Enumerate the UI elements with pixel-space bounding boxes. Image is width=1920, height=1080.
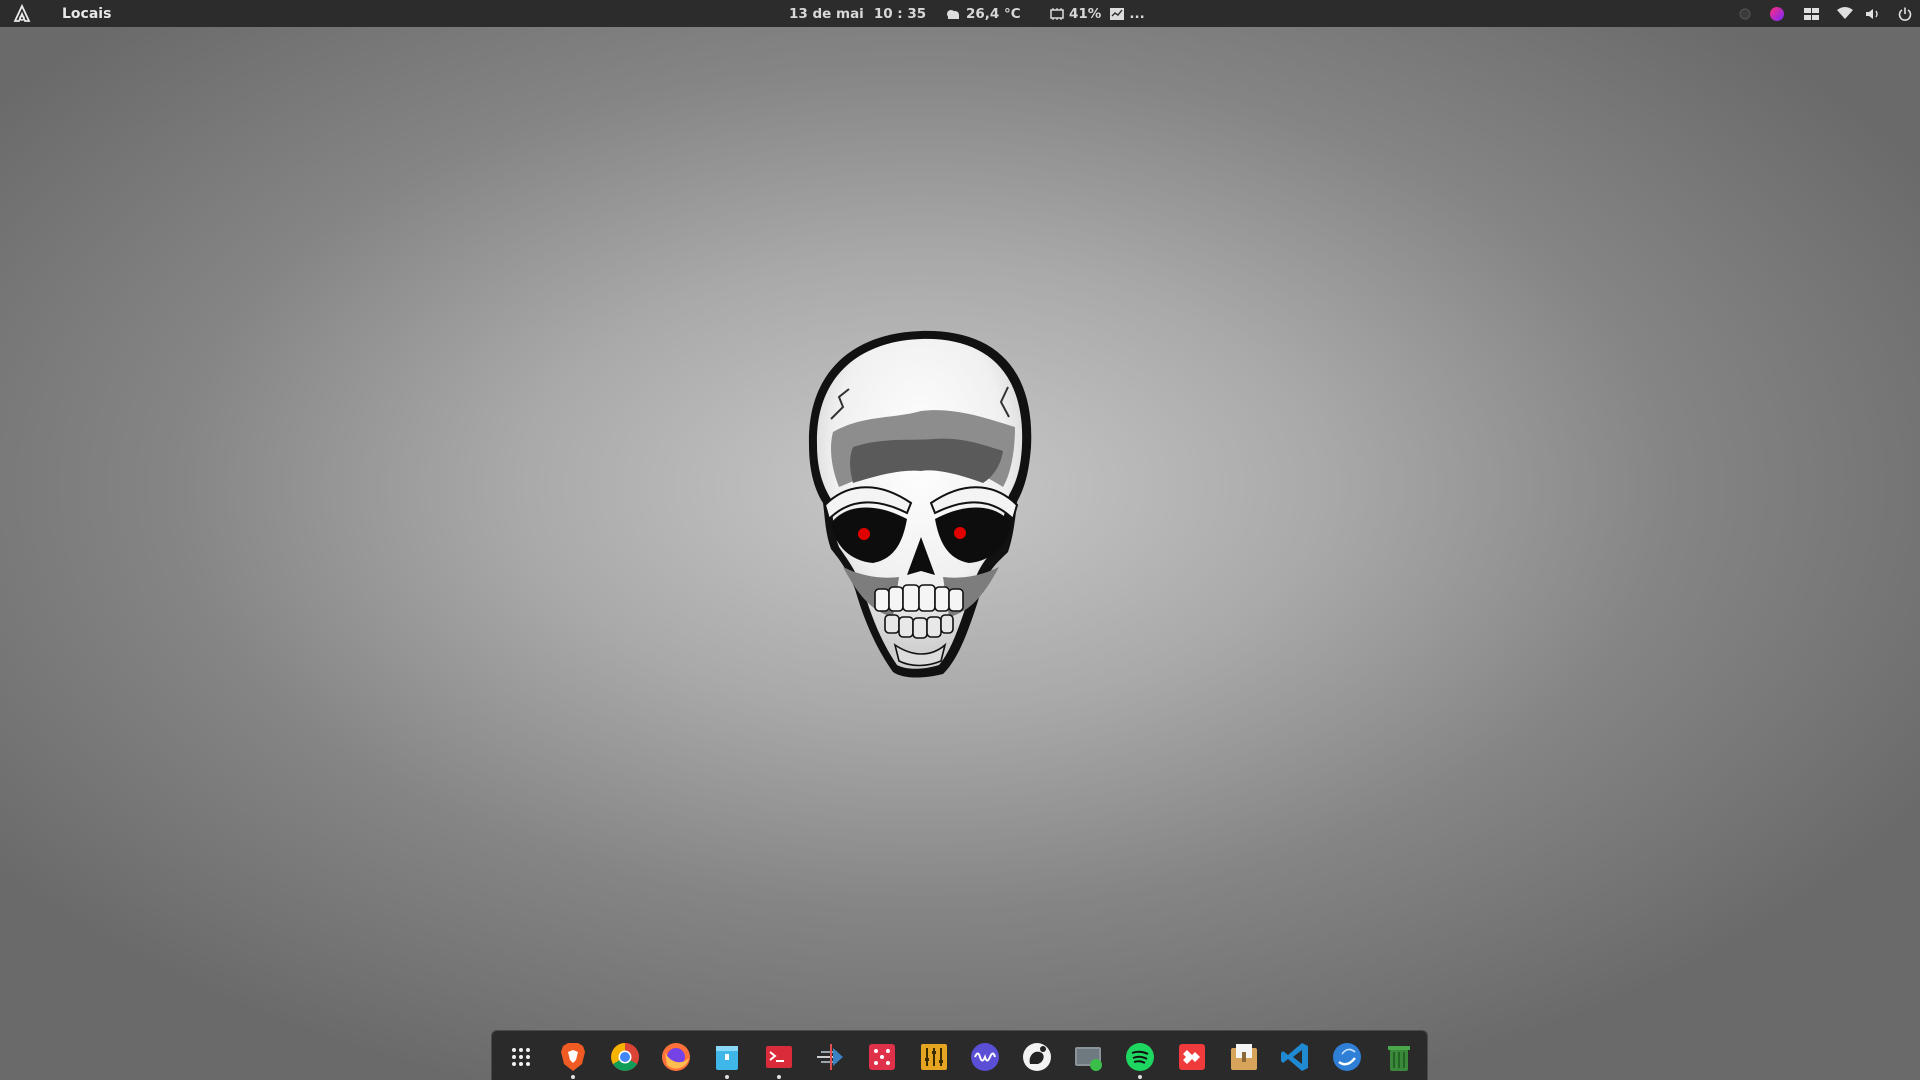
spotify-icon xyxy=(1126,1043,1154,1071)
clock-menu[interactable]: 13 de mai 10 : 35 xyxy=(789,0,926,27)
skull-wallpaper-image xyxy=(808,330,1032,678)
dock-spotify[interactable] xyxy=(1123,1040,1157,1074)
wifi-icon[interactable] xyxy=(1836,5,1853,22)
dock-files[interactable] xyxy=(710,1040,744,1074)
dots-app-icon xyxy=(869,1044,895,1070)
dock-anydesk[interactable] xyxy=(1175,1040,1209,1074)
anydesk-icon xyxy=(1179,1044,1205,1070)
weather-temperature: 26,4 °C xyxy=(966,5,1021,22)
running-indicator xyxy=(777,1075,781,1079)
desktop-wallpaper xyxy=(0,27,1920,1080)
workspace-layout-icon[interactable] xyxy=(1803,5,1820,22)
chrome-icon xyxy=(611,1043,639,1071)
top-bar: Locais 13 de mai 10 : 35 26,4 °C 41% ... xyxy=(0,0,1920,27)
trash-icon xyxy=(1388,1046,1410,1071)
waveform-icon xyxy=(971,1043,999,1071)
places-menu[interactable]: Locais xyxy=(62,0,111,27)
firefox-icon xyxy=(662,1043,690,1071)
dock-gnome-logo-app[interactable] xyxy=(1020,1040,1054,1074)
terminal-icon xyxy=(766,1046,792,1068)
dock-brave-browser[interactable] xyxy=(556,1040,590,1074)
battery-percentage: 41% xyxy=(1069,5,1102,22)
crescent-app-icon xyxy=(1333,1043,1361,1071)
cloud-icon xyxy=(947,9,959,19)
dock-firefox[interactable] xyxy=(659,1040,693,1074)
dock-red-dots-app[interactable] xyxy=(865,1040,899,1074)
activities-logo-icon xyxy=(13,3,31,22)
dock-vscode[interactable] xyxy=(1278,1040,1312,1074)
system-monitor-indicator[interactable]: 41% ... xyxy=(1049,0,1145,27)
folder-icon xyxy=(716,1046,738,1070)
time-text: 10 : 35 xyxy=(873,5,927,22)
dock xyxy=(491,1030,1428,1080)
dock-deployer[interactable] xyxy=(813,1040,847,1074)
dock-mixer[interactable] xyxy=(917,1040,951,1074)
tray-color-app-icon[interactable] xyxy=(1768,5,1785,22)
dock-audio-waveform[interactable] xyxy=(968,1040,1002,1074)
power-icon[interactable] xyxy=(1896,5,1913,22)
archive-box-icon xyxy=(1231,1044,1257,1070)
activities-button[interactable] xyxy=(12,0,32,27)
gnome-foot-icon xyxy=(1023,1043,1051,1071)
volume-icon[interactable] xyxy=(1864,5,1881,22)
places-label: Locais xyxy=(62,5,112,22)
dock-trash[interactable] xyxy=(1382,1040,1416,1074)
date-text: 13 de mai xyxy=(789,5,864,22)
grid-icon xyxy=(512,1048,530,1066)
dock-screen-cast[interactable] xyxy=(1072,1040,1106,1074)
dock-archive-manager[interactable] xyxy=(1227,1040,1261,1074)
tray-app-icon[interactable] xyxy=(1736,5,1753,22)
cpu-icon xyxy=(1050,7,1064,20)
monitor-graph-icon xyxy=(1110,7,1125,20)
more-indicator: ... xyxy=(1129,5,1145,22)
arrow-flow-icon xyxy=(817,1044,843,1070)
equalizer-icon xyxy=(921,1044,947,1070)
vscode-icon xyxy=(1281,1043,1308,1071)
dock-terminal[interactable] xyxy=(762,1040,796,1074)
dock-arc-app[interactable] xyxy=(1330,1040,1364,1074)
cast-screen-icon xyxy=(1075,1047,1102,1071)
dock-show-applications[interactable] xyxy=(504,1040,538,1074)
brave-lion-icon xyxy=(561,1043,585,1071)
weather-indicator[interactable]: 26,4 °C xyxy=(945,0,1021,27)
running-indicator xyxy=(725,1075,729,1079)
running-indicator xyxy=(1138,1075,1142,1079)
running-indicator xyxy=(571,1075,575,1079)
dock-google-chrome[interactable] xyxy=(608,1040,642,1074)
